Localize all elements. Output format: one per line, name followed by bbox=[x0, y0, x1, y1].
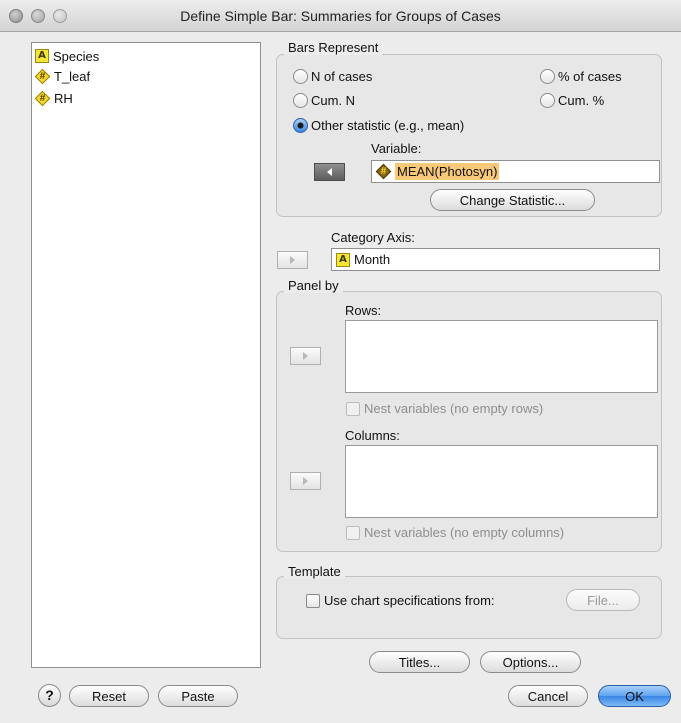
move-columns-button[interactable] bbox=[290, 472, 321, 490]
string-variable-icon: A bbox=[35, 49, 49, 63]
move-category-axis-button[interactable] bbox=[277, 251, 308, 269]
ok-button[interactable]: OK bbox=[598, 685, 671, 707]
radio-circle bbox=[540, 93, 555, 108]
move-rows-button[interactable] bbox=[290, 347, 321, 365]
titles-button[interactable]: Titles... bbox=[369, 651, 470, 673]
variable-label: Variable: bbox=[371, 141, 422, 156]
panel-by-label: Panel by bbox=[284, 278, 343, 293]
bars-represent-label: Bars Represent bbox=[284, 40, 383, 55]
variable-item-species[interactable]: A Species bbox=[35, 46, 99, 66]
checkbox-label: Use chart specifications from: bbox=[324, 593, 495, 608]
variable-item-t-leaf[interactable]: # T_leaf bbox=[34, 66, 91, 86]
radio-label: Other statistic (e.g., mean) bbox=[311, 118, 465, 133]
change-statistic-button[interactable]: Change Statistic... bbox=[430, 189, 595, 211]
dialog-window: Define Simple Bar: Summaries for Groups … bbox=[0, 0, 681, 723]
window-title: Define Simple Bar: Summaries for Groups … bbox=[180, 8, 501, 24]
move-variable-left-button[interactable] bbox=[314, 163, 345, 181]
radio-circle bbox=[293, 69, 308, 84]
radio-other-statistic[interactable]: Other statistic (e.g., mean) bbox=[293, 118, 464, 133]
category-axis-label: Category Axis: bbox=[331, 230, 415, 245]
checkbox-box bbox=[306, 593, 320, 608]
rows-label: Rows: bbox=[345, 303, 382, 318]
numeric-variable-icon: # bbox=[34, 90, 51, 106]
file-button[interactable]: File... bbox=[566, 589, 640, 611]
radio-label: N of cases bbox=[311, 69, 373, 84]
nest-columns-checkbox[interactable]: Nest variables (no empty columns) bbox=[346, 525, 564, 540]
variable-list[interactable]: A Species # T_leaf # RH bbox=[31, 42, 261, 668]
rows-list[interactable] bbox=[345, 320, 658, 393]
title-bar: Define Simple Bar: Summaries for Groups … bbox=[0, 0, 681, 32]
radio-circle bbox=[540, 69, 555, 84]
options-button[interactable]: Options... bbox=[480, 651, 581, 673]
variable-item-rh[interactable]: # RH bbox=[34, 88, 73, 108]
use-chart-specs-checkbox[interactable]: Use chart specifications from: bbox=[306, 593, 495, 608]
checkbox-box bbox=[346, 401, 360, 416]
radio-label: Cum. % bbox=[558, 93, 605, 108]
arrow-right-icon bbox=[290, 256, 295, 264]
radio-label: Cum. N bbox=[311, 93, 356, 108]
checkbox-box bbox=[346, 525, 360, 540]
variable-name: Species bbox=[53, 48, 100, 64]
checkbox-label: Nest variables (no empty rows) bbox=[364, 401, 544, 416]
help-button[interactable]: ? bbox=[38, 684, 61, 707]
radio-pct-of-cases[interactable]: % of cases bbox=[540, 69, 622, 84]
variable-name: T_leaf bbox=[54, 68, 91, 84]
variable-value: MEAN(Photosyn) bbox=[395, 163, 500, 180]
numeric-variable-icon: # bbox=[34, 68, 51, 84]
arrow-left-icon bbox=[327, 168, 332, 176]
cancel-button[interactable]: Cancel bbox=[508, 685, 588, 707]
radio-cum-pct[interactable]: Cum. % bbox=[540, 93, 604, 108]
checkbox-label: Nest variables (no empty columns) bbox=[364, 525, 565, 540]
string-variable-icon: A bbox=[336, 252, 350, 267]
reset-button[interactable]: Reset bbox=[69, 685, 149, 707]
columns-list[interactable] bbox=[345, 445, 658, 518]
category-axis-value: Month bbox=[354, 252, 391, 267]
arrow-right-icon bbox=[303, 477, 308, 485]
columns-label: Columns: bbox=[345, 428, 400, 443]
arrow-right-icon bbox=[303, 352, 308, 360]
paste-button[interactable]: Paste bbox=[158, 685, 238, 707]
nest-rows-checkbox[interactable]: Nest variables (no empty rows) bbox=[346, 401, 543, 416]
radio-circle bbox=[293, 93, 308, 108]
radio-cum-n[interactable]: Cum. N bbox=[293, 93, 355, 108]
radio-circle-selected bbox=[293, 118, 308, 133]
numeric-variable-icon: # bbox=[375, 163, 392, 180]
radio-n-of-cases[interactable]: N of cases bbox=[293, 69, 372, 84]
variable-field[interactable]: # MEAN(Photosyn) bbox=[371, 160, 660, 183]
category-axis-field[interactable]: A Month bbox=[331, 248, 660, 271]
radio-label: % of cases bbox=[558, 69, 622, 84]
template-label: Template bbox=[284, 564, 345, 579]
variable-name: RH bbox=[54, 90, 73, 106]
